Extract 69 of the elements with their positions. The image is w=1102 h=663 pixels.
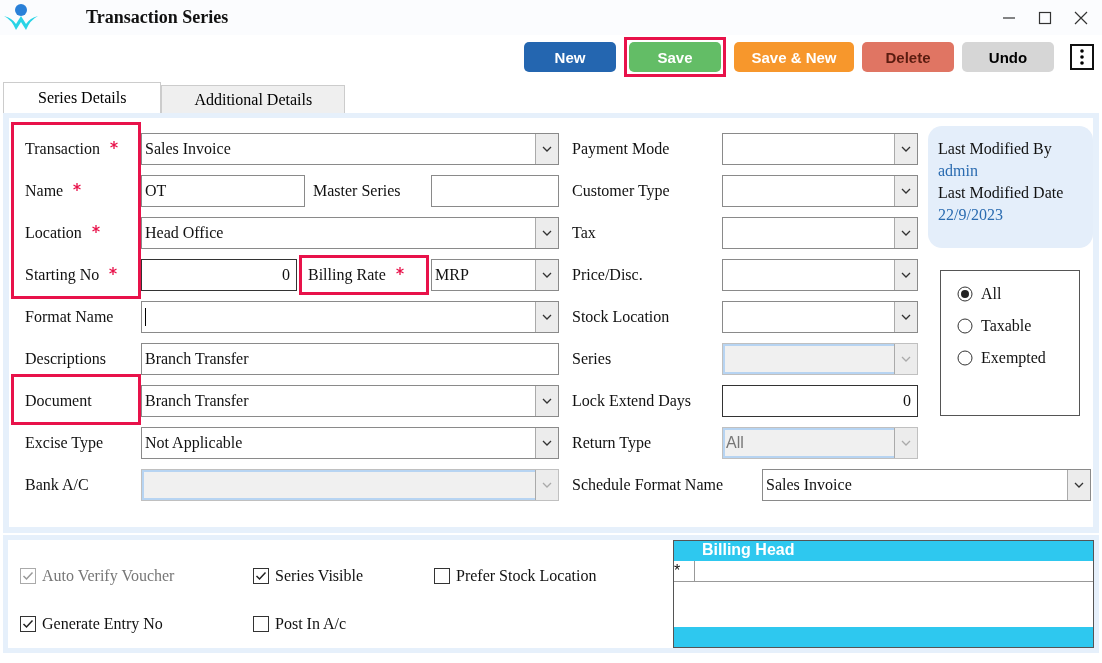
field-label: Stock Location bbox=[572, 308, 670, 326]
checkbox-label: Generate Entry No bbox=[42, 615, 163, 633]
dropdown-field[interactable] bbox=[722, 175, 918, 207]
close-icon[interactable] bbox=[1074, 10, 1088, 25]
field-label: Master Series bbox=[313, 182, 401, 200]
field-label: Transaction bbox=[25, 140, 100, 158]
info-value: 22/9/2023 bbox=[938, 206, 1004, 224]
field-label: Excise Type bbox=[25, 434, 104, 452]
field-label: Price/Disc. bbox=[572, 266, 643, 284]
dropdown-field[interactable] bbox=[141, 301, 559, 333]
dropdown-field[interactable]: Not Applicable bbox=[141, 427, 559, 459]
field-label: Format Name bbox=[25, 308, 114, 326]
tab[interactable]: Series Details bbox=[3, 82, 162, 113]
checkbox-label: Prefer Stock Location bbox=[456, 567, 597, 585]
input-field[interactable] bbox=[431, 175, 559, 207]
maximize-icon[interactable] bbox=[1038, 10, 1052, 25]
field-label: Name bbox=[25, 182, 64, 200]
field-label: Document bbox=[25, 392, 92, 410]
radio-button[interactable] bbox=[957, 286, 973, 302]
number-field[interactable]: 0 bbox=[722, 385, 918, 417]
toolbar-button[interactable]: New bbox=[524, 42, 616, 72]
toolbar-button[interactable]: Delete bbox=[862, 42, 954, 72]
checkbox-label: Series Visible bbox=[275, 567, 364, 585]
info-value: admin bbox=[938, 162, 979, 180]
dropdown-field[interactable] bbox=[722, 259, 918, 291]
column-header: Billing Head bbox=[674, 541, 1093, 561]
field-label: Descriptions bbox=[25, 350, 106, 368]
field-label: Customer Type bbox=[572, 182, 670, 200]
dropdown-field[interactable] bbox=[722, 301, 918, 333]
dropdown-field[interactable]: Branch Transfer bbox=[141, 385, 559, 417]
checkbox[interactable] bbox=[434, 568, 450, 584]
dropdown-field[interactable] bbox=[722, 343, 918, 375]
toolbar-button[interactable]: Undo bbox=[962, 42, 1054, 72]
radio-label: All bbox=[981, 285, 1002, 303]
field-label: Series bbox=[572, 350, 612, 368]
dropdown-field[interactable]: Head Office bbox=[141, 217, 559, 249]
checkbox-label: Auto Verify Voucher bbox=[42, 567, 175, 585]
field-label: Location bbox=[25, 224, 82, 242]
checkbox-label: Post In A/c bbox=[275, 615, 347, 633]
field-label: Payment Mode bbox=[572, 140, 670, 158]
field-label: Schedule Format Name bbox=[572, 476, 724, 494]
field-label: Billing Rate bbox=[308, 266, 386, 284]
tab[interactable]: Additional Details bbox=[161, 85, 346, 113]
dropdown-field[interactable] bbox=[141, 469, 559, 501]
checkbox[interactable] bbox=[253, 568, 269, 584]
number-field[interactable]: 0 bbox=[141, 259, 297, 291]
checkbox[interactable] bbox=[253, 616, 269, 632]
input-field[interactable]: Branch Transfer bbox=[141, 343, 559, 375]
input-field[interactable]: OT bbox=[141, 175, 305, 207]
field-label: Lock Extend Days bbox=[572, 392, 692, 410]
radio-button[interactable] bbox=[957, 350, 973, 366]
field-label: Tax bbox=[572, 224, 596, 242]
info-label: Last Modified By bbox=[938, 140, 1053, 158]
dropdown-field[interactable]: MRP bbox=[431, 259, 559, 291]
more-options-icon[interactable] bbox=[1070, 44, 1094, 70]
dropdown-field[interactable]: All bbox=[722, 427, 918, 459]
radio-label: Exempted bbox=[981, 349, 1046, 367]
window-title: Transaction Series bbox=[86, 7, 229, 28]
dropdown-field[interactable]: Sales Invoice bbox=[141, 133, 559, 165]
checkbox[interactable] bbox=[20, 616, 36, 632]
field-label: Return Type bbox=[572, 434, 651, 452]
radio-label: Taxable bbox=[981, 317, 1032, 335]
field-label: Starting No bbox=[25, 266, 100, 284]
radio-button[interactable] bbox=[957, 318, 973, 334]
dropdown-field[interactable] bbox=[722, 217, 918, 249]
info-label: Last Modified Date bbox=[938, 184, 1065, 202]
dropdown-field[interactable]: Sales Invoice bbox=[762, 469, 1091, 501]
field-label: Bank A/C bbox=[25, 476, 89, 494]
dropdown-field[interactable] bbox=[722, 133, 918, 165]
